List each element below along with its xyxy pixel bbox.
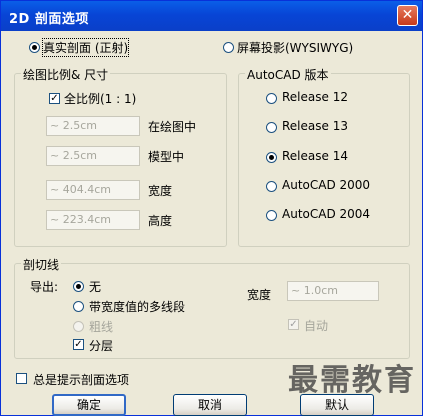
screen-projection-radio[interactable] — [223, 42, 234, 53]
section-width-label: 宽度 — [247, 288, 272, 302]
real-section-label[interactable]: 真实剖面 (正射) — [41, 38, 130, 57]
autocad-2004-label[interactable]: AutoCAD 2004 — [282, 207, 370, 221]
section-line-group-title: 剖切线 — [21, 256, 62, 273]
layer-label[interactable]: 分层 — [89, 337, 113, 354]
scale-size-group-title: 绘图比例& 尺寸 — [21, 66, 111, 83]
real-section-radio[interactable] — [29, 42, 40, 53]
ok-button[interactable]: 确定 — [52, 394, 126, 416]
release-13-radio[interactable] — [266, 122, 277, 133]
section-none-label[interactable]: 无 — [89, 278, 101, 295]
full-scale-label[interactable]: 全比例(1 : 1) — [64, 90, 136, 107]
release-13-label[interactable]: Release 13 — [282, 119, 348, 133]
height-label: 高度 — [148, 214, 173, 228]
auto-label: 自动 — [304, 319, 329, 333]
release-12-label[interactable]: Release 12 — [282, 90, 348, 104]
width-label: 宽度 — [148, 184, 173, 198]
autocad-2000-label[interactable]: AutoCAD 2000 — [282, 178, 370, 192]
title-bar[interactable]: 2D 剖面选项 ✕ — [1, 1, 422, 31]
window-title: 2D 剖面选项 — [9, 12, 89, 27]
autocad-version-group-title: AutoCAD 版本 — [245, 66, 331, 83]
autocad-2004-radio[interactable] — [266, 210, 277, 221]
model-size-label: 模型中 — [148, 150, 185, 164]
always-prompt-label[interactable]: 总是提示剖面选项 — [33, 371, 129, 388]
section-thick-line-radio[interactable] — [73, 321, 84, 332]
section-polyline-radio[interactable] — [73, 301, 84, 312]
drawing-size-label: 在绘图中 — [148, 120, 197, 134]
section-none-radio[interactable] — [73, 281, 84, 292]
release-12-radio[interactable] — [266, 93, 277, 104]
cancel-button[interactable]: 取消 — [173, 394, 247, 416]
section-thick-line-label: 粗线 — [89, 320, 114, 334]
section-polyline-label[interactable]: 带宽度值的多线段 — [89, 298, 185, 315]
height-field[interactable]: ~ 223.4cm — [46, 210, 140, 230]
close-button[interactable]: ✕ — [397, 5, 418, 26]
width-field[interactable]: ~ 404.4cm — [46, 180, 140, 200]
model-size-field[interactable]: ~ 2.5cm — [46, 146, 140, 166]
layer-checkbox[interactable]: ✓ — [73, 339, 84, 350]
autocad-2000-radio[interactable] — [266, 181, 277, 192]
section-width-field[interactable]: ~ 1.0cm — [287, 281, 379, 301]
release-14-label[interactable]: Release 14 — [282, 149, 348, 163]
always-prompt-checkbox[interactable] — [16, 373, 27, 384]
screen-projection-label[interactable]: 屏幕投影(WYSIWYG) — [237, 39, 353, 56]
default-button[interactable]: 默认 — [300, 394, 374, 416]
watermark-text: 最需教育 — [288, 363, 416, 398]
auto-checkbox[interactable]: ✓ — [288, 319, 299, 330]
drawing-size-field[interactable]: ~ 2.5cm — [46, 116, 140, 136]
release-14-radio[interactable] — [266, 152, 277, 163]
dialog-window: 2D 剖面选项 ✕ 真实剖面 (正射) 屏幕投影(WYSIWYG) 绘图比例& … — [0, 0, 423, 416]
full-scale-checkbox[interactable]: ✓ — [49, 93, 60, 104]
export-label: 导出: — [30, 280, 59, 294]
